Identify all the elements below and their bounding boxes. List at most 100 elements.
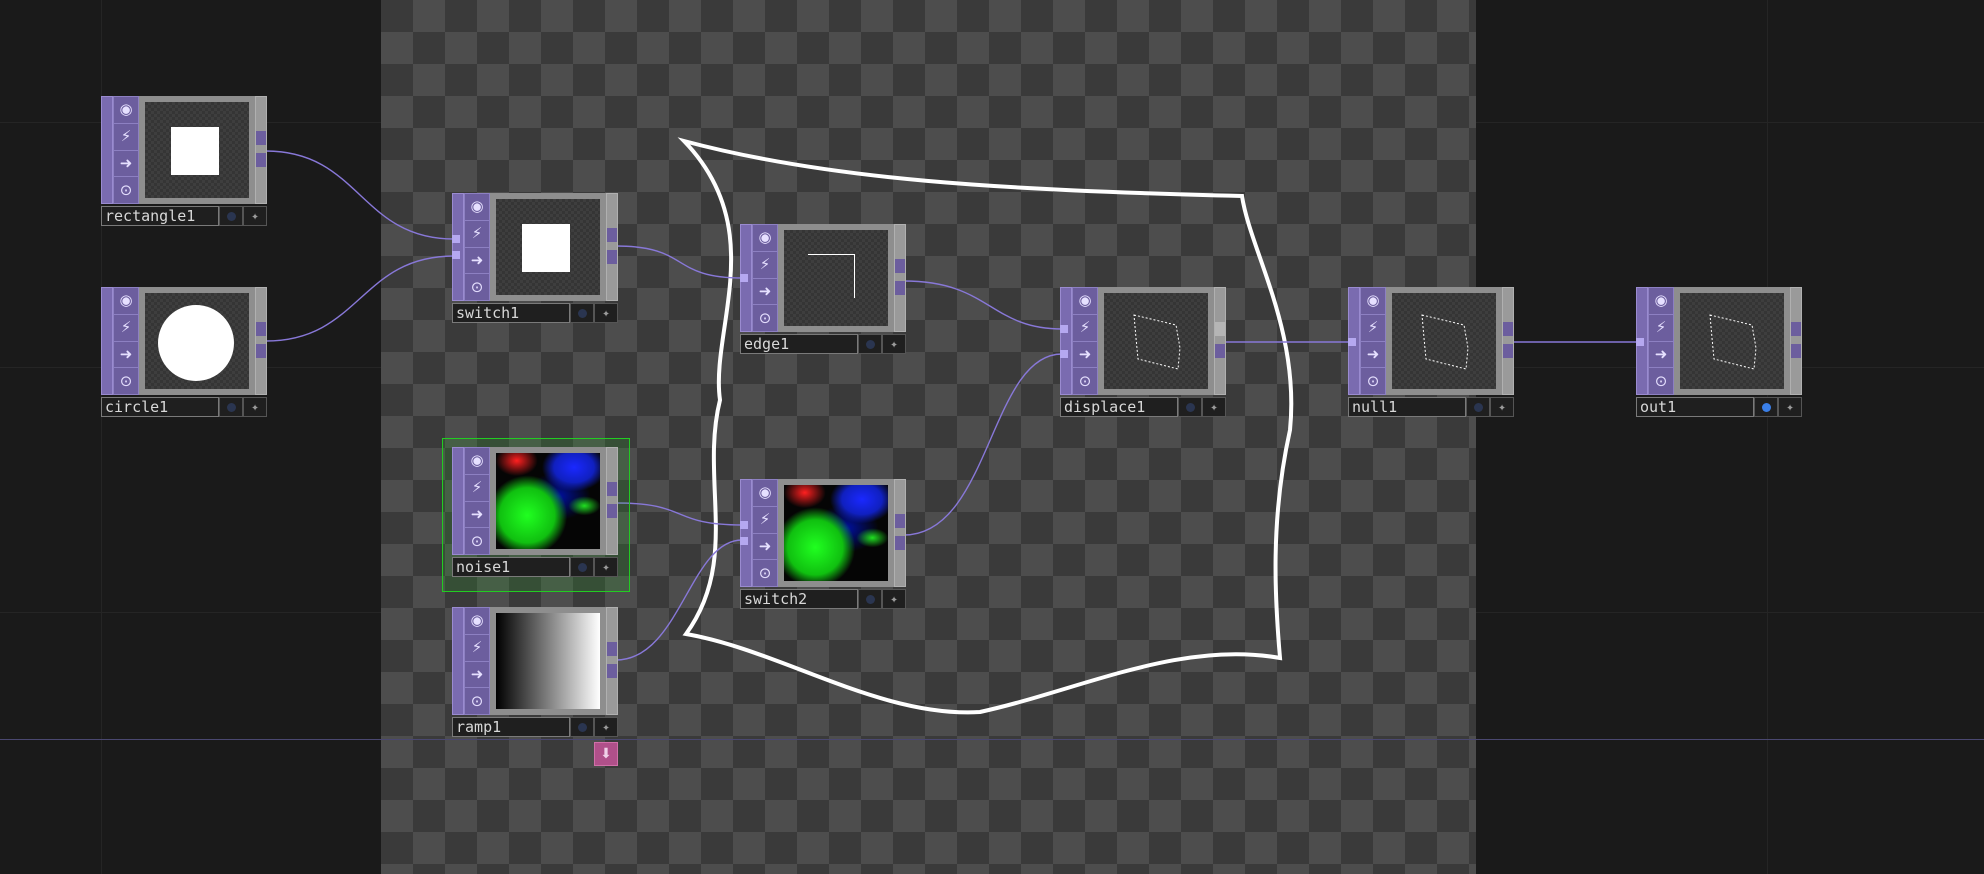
node-viewer[interactable] bbox=[1386, 287, 1502, 395]
lock-open-icon[interactable]: ⊙ bbox=[753, 305, 777, 331]
viewer-toggle[interactable] bbox=[1754, 397, 1778, 417]
node-viewer[interactable] bbox=[139, 96, 255, 204]
lightning-icon[interactable]: ⚡ bbox=[1649, 315, 1673, 342]
arrow-right-icon[interactable]: ➜ bbox=[465, 502, 489, 529]
node-viewer[interactable] bbox=[490, 193, 606, 301]
circle-target-icon[interactable]: ◉ bbox=[753, 480, 777, 507]
node-input-strip[interactable] bbox=[1060, 287, 1072, 395]
input-connector[interactable] bbox=[452, 235, 460, 243]
arrow-right-icon[interactable]: ➜ bbox=[753, 279, 777, 306]
lock-open-icon[interactable]: ⊙ bbox=[1649, 368, 1673, 394]
arrow-right-icon[interactable]: ➜ bbox=[1361, 342, 1385, 369]
pin-icon[interactable]: ✦ bbox=[594, 717, 618, 737]
output-connector[interactable] bbox=[895, 281, 905, 295]
input-connector[interactable] bbox=[1636, 338, 1644, 346]
lightning-icon[interactable]: ⚡ bbox=[114, 315, 138, 342]
node-input-strip[interactable] bbox=[452, 193, 464, 301]
node-name[interactable]: out1 bbox=[1636, 397, 1754, 417]
lightning-icon[interactable]: ⚡ bbox=[465, 475, 489, 502]
circle-target-icon[interactable]: ◉ bbox=[114, 97, 138, 124]
node-viewer[interactable] bbox=[1098, 287, 1214, 395]
lightning-icon[interactable]: ⚡ bbox=[465, 635, 489, 662]
output-connector[interactable] bbox=[607, 642, 617, 656]
lightning-icon[interactable]: ⚡ bbox=[1361, 315, 1385, 342]
node-edge1[interactable]: ◉ ⚡ ➜ ⊙ edge1 ✦ bbox=[740, 224, 906, 354]
node-name[interactable]: switch2 bbox=[740, 589, 858, 609]
lock-open-icon[interactable]: ⊙ bbox=[114, 368, 138, 394]
output-connector[interactable] bbox=[895, 259, 905, 273]
output-connector[interactable] bbox=[895, 514, 905, 528]
node-switch2[interactable]: ◉ ⚡ ➜ ⊙ switch2 ✦ bbox=[740, 479, 906, 609]
output-connector[interactable] bbox=[1503, 344, 1513, 358]
circle-target-icon[interactable]: ◉ bbox=[465, 194, 489, 221]
circle-target-icon[interactable]: ◉ bbox=[465, 608, 489, 635]
viewer-toggle[interactable] bbox=[1178, 397, 1202, 417]
node-viewer[interactable] bbox=[139, 287, 255, 395]
node-viewer[interactable] bbox=[490, 607, 606, 715]
pin-icon[interactable]: ✦ bbox=[882, 589, 906, 609]
node-circle1[interactable]: ◉ ⚡ ➜ ⊙ circle1 ✦ bbox=[101, 287, 267, 417]
output-connector[interactable] bbox=[1791, 322, 1801, 336]
output-connector[interactable] bbox=[1791, 344, 1801, 358]
circle-target-icon[interactable]: ◉ bbox=[1649, 288, 1673, 315]
node-input-strip[interactable] bbox=[452, 607, 464, 715]
viewer-toggle[interactable] bbox=[858, 589, 882, 609]
input-connector[interactable] bbox=[1060, 350, 1068, 358]
input-connector[interactable] bbox=[740, 274, 748, 282]
lightning-icon[interactable]: ⚡ bbox=[753, 252, 777, 279]
viewer-toggle[interactable] bbox=[219, 397, 243, 417]
node-rectangle1[interactable]: ◉ ⚡ ➜ ⊙ rectangle1 ✦ bbox=[101, 96, 267, 226]
arrow-right-icon[interactable]: ➜ bbox=[1073, 342, 1097, 369]
pin-icon[interactable]: ✦ bbox=[1490, 397, 1514, 417]
arrow-right-icon[interactable]: ➜ bbox=[465, 662, 489, 689]
node-name[interactable]: rectangle1 bbox=[101, 206, 219, 226]
output-connector[interactable] bbox=[256, 322, 266, 336]
viewer-toggle[interactable] bbox=[858, 334, 882, 354]
node-name[interactable]: edge1 bbox=[740, 334, 858, 354]
lightning-icon[interactable]: ⚡ bbox=[1073, 315, 1097, 342]
output-connector[interactable] bbox=[895, 536, 905, 550]
pin-icon[interactable]: ✦ bbox=[243, 397, 267, 417]
node-name[interactable]: circle1 bbox=[101, 397, 219, 417]
lock-open-icon[interactable]: ⊙ bbox=[753, 560, 777, 586]
node-viewer[interactable] bbox=[778, 224, 894, 332]
lightning-icon[interactable]: ⚡ bbox=[753, 507, 777, 534]
pin-icon[interactable]: ✦ bbox=[882, 334, 906, 354]
lock-open-icon[interactable]: ⊙ bbox=[465, 688, 489, 714]
down-arrow-icon[interactable]: ⬇ bbox=[594, 742, 618, 766]
node-null1[interactable]: ◉ ⚡ ➜ ⊙ null1 ✦ bbox=[1348, 287, 1514, 417]
node-viewer[interactable] bbox=[1674, 287, 1790, 395]
circle-target-icon[interactable]: ◉ bbox=[1073, 288, 1097, 315]
circle-target-icon[interactable]: ◉ bbox=[1361, 288, 1385, 315]
arrow-right-icon[interactable]: ➜ bbox=[1649, 342, 1673, 369]
output-connector[interactable] bbox=[1215, 322, 1225, 336]
node-switch1[interactable]: ◉ ⚡ ➜ ⊙ switch1 ✦ bbox=[452, 193, 618, 323]
node-input-strip[interactable] bbox=[452, 447, 464, 555]
pin-icon[interactable]: ✦ bbox=[243, 206, 267, 226]
arrow-right-icon[interactable]: ➜ bbox=[114, 151, 138, 178]
node-viewer[interactable] bbox=[778, 479, 894, 587]
lock-open-icon[interactable]: ⊙ bbox=[1073, 368, 1097, 394]
input-connector[interactable] bbox=[740, 521, 748, 529]
output-connector[interactable] bbox=[607, 228, 617, 242]
lock-open-icon[interactable]: ⊙ bbox=[1361, 368, 1385, 394]
output-connector[interactable] bbox=[256, 131, 266, 145]
circle-target-icon[interactable]: ◉ bbox=[114, 288, 138, 315]
arrow-right-icon[interactable]: ➜ bbox=[753, 534, 777, 561]
arrow-right-icon[interactable]: ➜ bbox=[114, 342, 138, 369]
output-connector[interactable] bbox=[607, 482, 617, 496]
node-name[interactable]: null1 bbox=[1348, 397, 1466, 417]
pin-icon[interactable]: ✦ bbox=[594, 303, 618, 323]
node-input-strip[interactable] bbox=[101, 287, 113, 395]
node-name[interactable]: noise1 bbox=[452, 557, 570, 577]
node-input-strip[interactable] bbox=[740, 479, 752, 587]
input-connector[interactable] bbox=[740, 537, 748, 545]
output-connector[interactable] bbox=[607, 664, 617, 678]
viewer-toggle[interactable] bbox=[570, 717, 594, 737]
viewer-toggle[interactable] bbox=[570, 557, 594, 577]
output-connector[interactable] bbox=[607, 250, 617, 264]
node-ramp1[interactable]: ◉ ⚡ ➜ ⊙ ramp1 ✦ bbox=[452, 607, 618, 737]
output-connector[interactable] bbox=[1503, 322, 1513, 336]
node-name[interactable]: switch1 bbox=[452, 303, 570, 323]
circle-target-icon[interactable]: ◉ bbox=[465, 448, 489, 475]
